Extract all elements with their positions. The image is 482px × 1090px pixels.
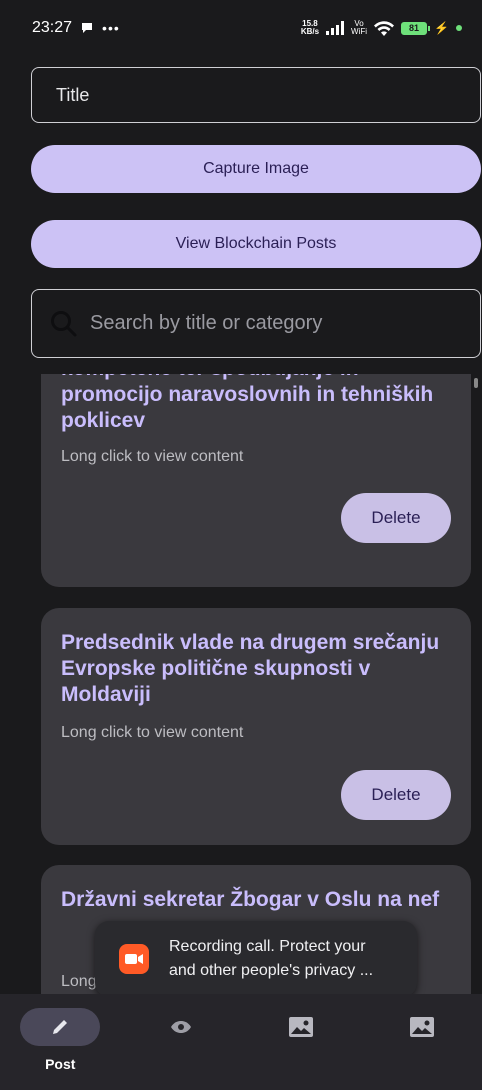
post-hint: Long click to view content — [61, 448, 244, 465]
status-right: 15.8 KB/s Vo WiFi 81 ⚡ — [301, 20, 462, 36]
delete-button[interactable]: Delete — [341, 493, 451, 543]
post-card[interactable]: Predsednik vlade na drugem srečanju Evro… — [41, 608, 471, 845]
nav-pill — [141, 1008, 221, 1046]
record-icon — [119, 944, 149, 974]
status-bar: 23:27 ••• 15.8 KB/s Vo WiFi 81 ⚡ — [0, 0, 482, 56]
nav-item-post[interactable]: Post — [10, 1008, 110, 1090]
nav-item-gallery-alt[interactable] — [372, 1008, 472, 1090]
bottom-nav: Post — [0, 994, 482, 1090]
search-placeholder: Search by title or category — [90, 312, 323, 334]
scrollbar[interactable] — [474, 378, 478, 388]
capture-image-button[interactable]: Capture Image — [31, 145, 481, 193]
post-list[interactable]: kompetenc ter spodbujanje in promocijo n… — [0, 374, 482, 994]
recording-snackbar[interactable]: Recording call. Protect your and other p… — [95, 921, 417, 997]
chat-icon — [82, 23, 93, 33]
eye-icon — [170, 1021, 191, 1033]
search-input[interactable]: Search by title or category — [31, 289, 481, 358]
title-field-value: Title — [56, 84, 90, 105]
battery-icon: 81 — [401, 21, 431, 35]
nav-item-view[interactable] — [131, 1008, 231, 1090]
clock: 23:27 — [32, 19, 73, 36]
network-speed: 15.8 KB/s — [301, 20, 319, 36]
nav-pill — [382, 1008, 462, 1046]
signal-icon — [326, 21, 345, 35]
battery-level: 81 — [409, 23, 420, 33]
title-field[interactable]: Title — [31, 67, 481, 123]
search-icon — [51, 310, 77, 336]
status-left: 23:27 ••• — [32, 19, 120, 37]
post-title: kompetenc ter spodbujanje in promocijo n… — [61, 374, 434, 432]
wifi-text: WiFi — [351, 27, 368, 36]
nav-pill — [20, 1008, 101, 1046]
nav-item-gallery[interactable] — [251, 1008, 351, 1090]
more-icon: ••• — [102, 20, 120, 36]
delete-button[interactable]: Delete — [341, 770, 451, 820]
snackbar-line-1: Recording call. Protect your — [169, 938, 366, 955]
post-title: Predsednik vlade na drugem srečanju Evro… — [61, 631, 440, 706]
image-icon — [409, 1017, 434, 1037]
speed-unit: KB/s — [300, 27, 320, 36]
pencil-icon — [53, 1020, 68, 1034]
status-dot — [456, 25, 462, 31]
snackbar-text: Recording call. Protect your and other p… — [169, 935, 373, 983]
nav-label-post: Post — [45, 1056, 76, 1072]
wifi-icon — [374, 20, 395, 36]
post-card[interactable]: kompetenc ter spodbujanje in promocijo n… — [41, 374, 471, 587]
nav-pill — [261, 1008, 341, 1046]
post-hint: Long click to view content — [61, 724, 244, 741]
post-title: Državni sekretar Žbogar v Oslu na nef — [61, 888, 440, 911]
charging-icon: ⚡ — [434, 21, 449, 35]
view-blockchain-posts-button[interactable]: View Blockchain Posts — [31, 220, 481, 268]
snackbar-line-2: and other people's privacy ... — [169, 962, 374, 979]
vowifi-label: Vo WiFi — [351, 20, 367, 36]
image-icon — [289, 1017, 314, 1037]
